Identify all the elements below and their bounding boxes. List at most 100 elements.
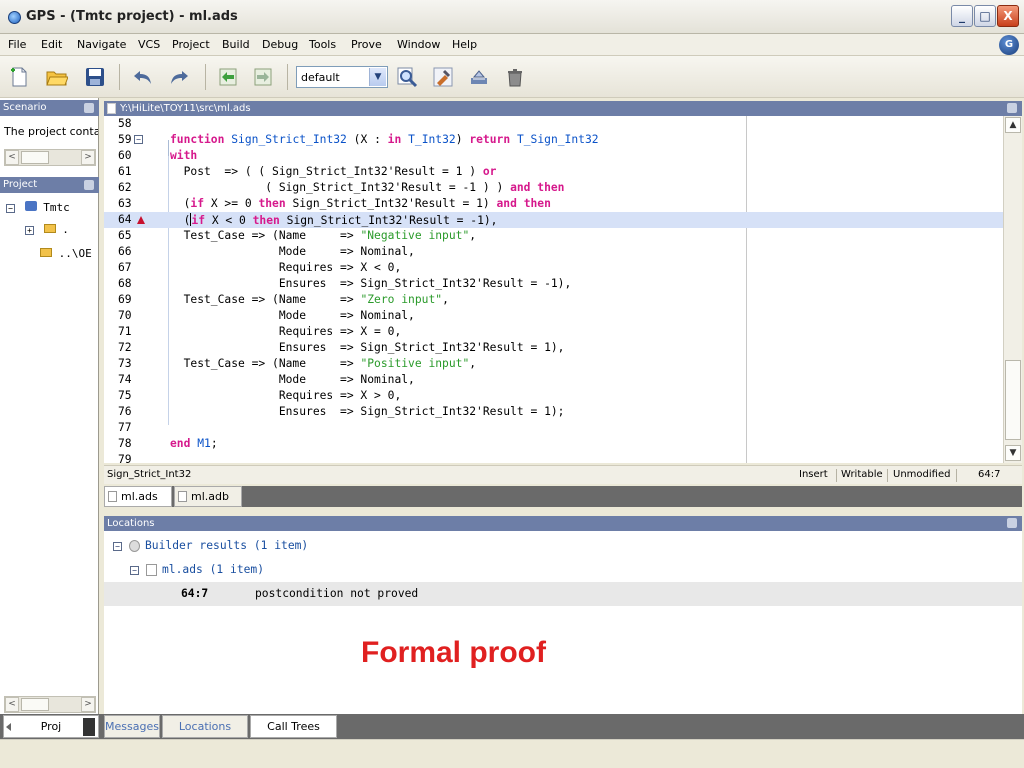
project-tree-root[interactable]: − Tmtc xyxy=(6,201,70,214)
redo-icon[interactable] xyxy=(168,66,190,88)
close-icon[interactable] xyxy=(1007,103,1017,113)
code-line[interactable]: 62 ( Sign_Strict_Int32'Result = -1 ) ) a… xyxy=(104,180,1003,196)
locations-group-row[interactable]: − Builder results (1 item) xyxy=(104,534,1022,558)
menu-edit[interactable]: Edit xyxy=(41,38,62,51)
line-number: 65 xyxy=(118,229,132,242)
collapse-icon[interactable]: − xyxy=(6,204,15,213)
menu-project[interactable]: Project xyxy=(172,38,210,51)
chevron-down-icon[interactable]: ▼ xyxy=(369,68,386,86)
code-line[interactable]: 76 Ensures => Sign_Strict_Int32'Result =… xyxy=(104,404,1003,420)
code-text: Test_Case => (Name => "Positive input", xyxy=(170,357,477,370)
scenario-scrollbar[interactable]: < > xyxy=(4,149,96,166)
forward-icon[interactable] xyxy=(252,66,274,88)
locations-panel-title: Locations xyxy=(107,518,155,529)
line-number: 69 xyxy=(118,293,132,306)
scroll-thumb[interactable] xyxy=(21,698,49,711)
tab-call-trees[interactable]: Call Trees xyxy=(250,715,337,738)
menu-window[interactable]: Window xyxy=(397,38,440,51)
code-line[interactable]: 66 Mode => Nominal, xyxy=(104,244,1003,260)
chevron-right-icon[interactable] xyxy=(83,718,95,736)
close-button[interactable]: X xyxy=(997,5,1019,27)
code-line[interactable]: 61 Post => ( ( Sign_Strict_Int32'Result … xyxy=(104,164,1003,180)
tab-ml-adb[interactable]: ml.adb xyxy=(174,486,242,507)
scroll-right-icon[interactable]: > xyxy=(81,697,95,712)
code-line[interactable]: 78 end M1; xyxy=(104,436,1003,452)
code-line[interactable]: 71 Requires => X = 0, xyxy=(104,324,1003,340)
code-line[interactable]: 73 Test_Case => (Name => "Positive input… xyxy=(104,356,1003,372)
menu-navigate[interactable]: Navigate xyxy=(77,38,126,51)
code-editor[interactable]: 58 59− function Sign_Strict_Int32 (X : in … xyxy=(104,116,1003,463)
collapse-icon[interactable]: − xyxy=(113,542,122,551)
project-scrollbar[interactable]: < > xyxy=(4,696,96,713)
menu-file[interactable]: File xyxy=(8,38,26,51)
scroll-down-icon[interactable]: ▼ xyxy=(1005,445,1021,461)
close-icon[interactable] xyxy=(84,180,94,190)
menu-build[interactable]: Build xyxy=(222,38,250,51)
scroll-right-icon[interactable]: > xyxy=(81,150,95,165)
close-icon[interactable] xyxy=(84,103,94,113)
status-cursor-position: 64:7 xyxy=(978,469,1001,480)
scroll-thumb[interactable] xyxy=(1005,360,1021,440)
tab-ml-ads-label: ml.ads xyxy=(121,490,158,503)
code-line[interactable]: 64 (if X < 0 then Sign_Strict_Int32'Resu… xyxy=(104,212,1003,228)
code-line[interactable]: 63 (if X >= 0 then Sign_Strict_Int32'Res… xyxy=(104,196,1003,212)
close-icon[interactable] xyxy=(1007,518,1017,528)
code-line[interactable]: 69 Test_Case => (Name => "Zero input", xyxy=(104,292,1003,308)
code-line[interactable]: 59− function Sign_Strict_Int32 (X : in T_… xyxy=(104,132,1003,148)
locations-panel-header: Locations xyxy=(104,516,1022,531)
tab-ml-ads[interactable]: ml.ads xyxy=(104,486,172,507)
scroll-left-icon[interactable]: < xyxy=(5,697,19,712)
build-icon[interactable] xyxy=(432,66,454,88)
code-line[interactable]: 72 Ensures => Sign_Strict_Int32'Result =… xyxy=(104,340,1003,356)
code-line[interactable]: 77 xyxy=(104,420,1003,436)
save-icon[interactable] xyxy=(84,66,106,88)
code-line[interactable]: 79 xyxy=(104,452,1003,463)
expand-icon[interactable]: + xyxy=(25,226,34,235)
code-line[interactable]: 60 with xyxy=(104,148,1003,164)
code-line[interactable]: 75 Requires => X > 0, xyxy=(104,388,1003,404)
code-line[interactable]: 74 Mode => Nominal, xyxy=(104,372,1003,388)
code-line[interactable]: 67 Requires => X < 0, xyxy=(104,260,1003,276)
scenario-combo[interactable]: default ▼ xyxy=(296,66,388,88)
locations-file-row[interactable]: − ml.ads (1 item) xyxy=(104,558,1022,582)
menu-prove[interactable]: Prove xyxy=(351,38,382,51)
scenario-panel-title: Scenario xyxy=(3,102,47,113)
editor-vertical-scrollbar[interactable]: ▲ ▼ xyxy=(1003,116,1022,463)
clean-icon[interactable] xyxy=(504,66,526,88)
project-tree-obj[interactable]: ..\OE xyxy=(40,247,98,260)
scroll-thumb[interactable] xyxy=(21,151,49,164)
menu-vcs[interactable]: VCS xyxy=(138,38,160,51)
category-icon xyxy=(129,540,140,552)
back-icon[interactable] xyxy=(217,66,239,88)
error-marker-icon[interactable] xyxy=(137,216,145,224)
code-line[interactable]: 68 Ensures => Sign_Strict_Int32'Result =… xyxy=(104,276,1003,292)
new-file-icon[interactable] xyxy=(8,66,30,88)
fold-icon[interactable]: − xyxy=(134,135,143,144)
chevron-left-icon[interactable] xyxy=(6,723,11,731)
menu-tools[interactable]: Tools xyxy=(309,38,336,51)
search-icon[interactable] xyxy=(396,66,418,88)
undo-icon[interactable] xyxy=(132,66,154,88)
menu-debug[interactable]: Debug xyxy=(262,38,298,51)
open-folder-icon[interactable] xyxy=(46,66,68,88)
line-number: 70 xyxy=(118,309,132,322)
line-number: 77 xyxy=(118,421,132,434)
code-line[interactable]: 58 xyxy=(104,116,1003,132)
maximize-button[interactable]: □ xyxy=(974,5,996,27)
tab-project[interactable]: Proj xyxy=(3,715,99,738)
code-line[interactable]: 65 Test_Case => (Name => "Negative input… xyxy=(104,228,1003,244)
build-all-icon[interactable] xyxy=(468,66,490,88)
scroll-up-icon[interactable]: ▲ xyxy=(1005,117,1021,133)
menu-help[interactable]: Help xyxy=(452,38,477,51)
code-line[interactable]: 70 Mode => Nominal, xyxy=(104,308,1003,324)
scroll-left-icon[interactable]: < xyxy=(5,150,19,165)
project-panel-header: Project xyxy=(0,177,99,193)
tab-locations[interactable]: Locations xyxy=(162,715,248,738)
project-tree-dir[interactable]: + . xyxy=(25,223,69,236)
tab-messages[interactable]: Messages xyxy=(104,715,160,738)
code-text: Mode => Nominal, xyxy=(170,245,415,258)
locations-message-row[interactable]: 64:7 postcondition not proved xyxy=(104,582,1022,606)
minimize-button[interactable]: _ xyxy=(951,5,973,27)
collapse-icon[interactable]: − xyxy=(130,566,139,575)
status-separator xyxy=(836,469,837,482)
